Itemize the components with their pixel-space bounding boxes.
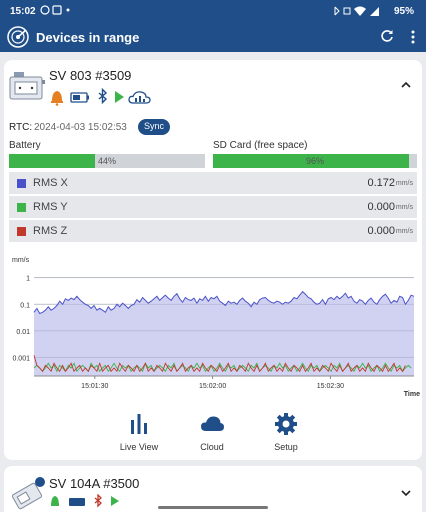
battery-value: 44%	[97, 156, 116, 166]
rms-x-color-swatch	[17, 179, 26, 188]
rms-x-value: 0.172	[367, 177, 395, 189]
rms-x-unit: mm/s	[395, 180, 413, 187]
live-view-button[interactable]: Live View	[109, 412, 169, 458]
setup-button[interactable]: Setup	[256, 412, 316, 458]
battery-progress-bar: 44%	[9, 154, 205, 168]
app-title: Devices in range	[36, 30, 140, 45]
chart-y-tick-label: 0.001	[12, 355, 30, 362]
gear-icon	[275, 413, 297, 435]
rms-chart[interactable]: mm/s 1 0.1 0.01 0.001 15:01:30 15:02:00 15:02:3…	[4, 250, 422, 405]
notification-icons	[40, 5, 70, 15]
sd-card-label: SD Card (free space)	[213, 140, 308, 151]
bar-chart-icon	[131, 414, 147, 434]
chart-y-tick-label: 0.01	[16, 329, 30, 336]
chart-x-axis-label: Time	[404, 391, 420, 398]
alarm-bell-icon	[51, 496, 59, 506]
sd-card-value: 96%	[305, 156, 324, 166]
cloud-label: Cloud	[200, 442, 224, 452]
chart-x-tick-label: 15:01:30	[81, 383, 108, 390]
more-vert-icon[interactable]	[410, 29, 416, 45]
radar-logo-icon	[7, 26, 29, 48]
battery-label: Battery	[9, 140, 41, 151]
device-name: SV 104A #3500	[49, 476, 140, 491]
device-image-icon	[9, 72, 45, 100]
sync-button[interactable]: Sync	[138, 119, 171, 135]
device-status-icons	[51, 494, 119, 508]
rms-y-unit: mm/s	[395, 204, 413, 211]
chart-x-tick-label: 15:02:00	[199, 383, 226, 390]
chart-x-tick-label: 15:02:30	[317, 383, 344, 390]
refresh-icon[interactable]	[380, 29, 394, 43]
device-card: SV 803 #3509 RTC: 2024-04-03 15:02:53 Sy…	[4, 60, 422, 460]
chart-y-tick-label: 0.1	[20, 302, 30, 309]
rtc-row: RTC: 2024-04-03 15:02:53 Sync	[4, 118, 422, 138]
play-icon	[115, 91, 124, 103]
gesture-nav-handle[interactable]	[158, 506, 268, 509]
cloud-icon	[201, 416, 224, 431]
rms-row-x: RMS X 0.172 mm/s	[9, 172, 417, 194]
rms-z-unit: mm/s	[395, 228, 413, 235]
connectivity-icons	[334, 6, 379, 16]
sd-card-progress-bar: 96%	[213, 154, 417, 168]
device-name: SV 803 #3509	[49, 68, 132, 83]
device-status-icons	[51, 88, 151, 106]
rms-row-y: RMS Y 0.000 mm/s	[9, 196, 417, 218]
app-bar: Devices in range	[0, 22, 426, 52]
bluetooth-disabled-icon	[94, 494, 102, 508]
live-view-label: Live View	[119, 442, 159, 452]
device-image-icon	[11, 477, 45, 510]
play-icon	[111, 496, 119, 506]
rtc-label: RTC:	[9, 122, 33, 133]
chart-y-tick-label: 1	[26, 276, 30, 283]
rms-x-label: RMS X	[33, 177, 68, 189]
rms-z-label: RMS Z	[33, 225, 68, 237]
chart-y-axis-label: mm/s	[12, 257, 30, 264]
rtc-value: 2024-04-03 15:02:53	[34, 122, 127, 133]
chevron-down-icon[interactable]	[400, 488, 412, 498]
rms-z-value: 0.000	[367, 225, 395, 237]
status-bar: 15:02 95%	[0, 0, 426, 22]
cloud-upload-icon	[128, 91, 151, 104]
cloud-button[interactable]: Cloud	[182, 412, 242, 458]
battery-icon	[69, 498, 85, 506]
alarm-bell-icon	[51, 91, 63, 106]
rms-y-label: RMS Y	[33, 201, 68, 213]
bluetooth-icon	[98, 88, 108, 105]
chevron-up-icon[interactable]	[400, 80, 412, 90]
rms-z-color-swatch	[17, 227, 26, 236]
setup-label: Setup	[274, 442, 298, 452]
battery-percentage: 95%	[393, 6, 414, 17]
status-time: 15:02	[10, 6, 36, 17]
rms-row-z: RMS Z 0.000 mm/s	[9, 220, 417, 242]
battery-icon	[70, 92, 89, 103]
rms-y-value: 0.000	[367, 201, 395, 213]
rms-y-color-swatch	[17, 203, 26, 212]
